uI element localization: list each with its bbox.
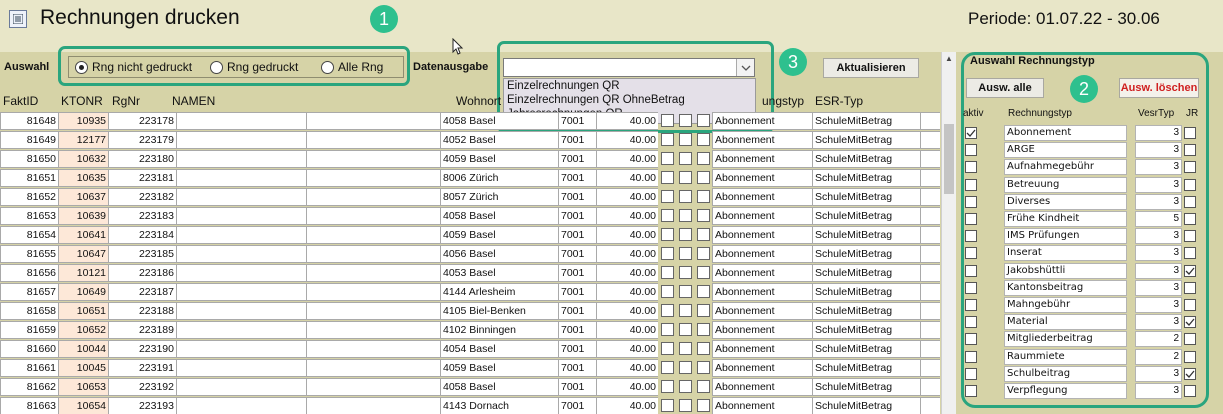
vesrtyp-value[interactable]: 3	[1135, 314, 1182, 331]
rechnungstyp-name[interactable]: Mahngebühr	[1004, 297, 1127, 313]
jr-checkbox[interactable]	[1184, 333, 1196, 346]
jr-checkbox[interactable]	[1184, 316, 1196, 329]
aktiv-checkbox[interactable]	[965, 350, 977, 363]
aktiv-checkbox[interactable]	[965, 247, 977, 260]
jr-checkbox[interactable]	[1184, 161, 1196, 174]
rechnungstyp-row: Material 3	[0, 314, 1196, 331]
rechnungstyp-row: Inserat 3	[0, 245, 1196, 262]
aktiv-checkbox[interactable]	[965, 316, 977, 329]
checkmark-icon	[1185, 318, 1195, 327]
vesrtyp-value[interactable]: 3	[1135, 142, 1182, 159]
vesrtyp-value[interactable]: 3	[1135, 176, 1182, 193]
aktiv-checkbox[interactable]	[965, 264, 977, 277]
vesrtyp-value[interactable]: 3	[1135, 125, 1182, 141]
rechnungstyp-list: Abonnement 3 ARGE 3 Aufnahmegebühr 3 Betreuung…	[0, 0, 1223, 414]
rechnungstyp-name[interactable]: Schulbeitrag	[1004, 365, 1127, 382]
aktiv-checkbox[interactable]	[965, 281, 977, 294]
vesrtyp-value[interactable]: 3	[1135, 228, 1182, 245]
aktiv-checkbox[interactable]	[965, 230, 977, 243]
jr-checkbox[interactable]	[1184, 195, 1196, 208]
rechnungstyp-row: Schulbeitrag 3	[0, 365, 1196, 383]
jr-checkbox[interactable]	[1184, 385, 1196, 397]
vesrtyp-value[interactable]: 3	[1135, 383, 1182, 399]
aktiv-checkbox[interactable]	[965, 127, 977, 139]
rechnungstyp-name[interactable]: Mitgliederbeitrag	[1004, 331, 1127, 348]
vesrtyp-value[interactable]: 3	[1135, 245, 1182, 262]
rechnungstyp-name[interactable]: Diverses	[1004, 193, 1127, 210]
rechnungstyp-row: Jakobshüttli 3	[0, 262, 1196, 280]
aktiv-checkbox[interactable]	[965, 385, 977, 397]
jr-checkbox[interactable]	[1184, 264, 1196, 277]
rechnungstyp-row: Kantonsbeitrag 3	[0, 279, 1196, 297]
rechnungstyp-name[interactable]: Jakobshüttli	[1004, 262, 1127, 279]
jr-checkbox[interactable]	[1184, 299, 1196, 311]
rechnungstyp-name[interactable]: Material	[1004, 314, 1127, 331]
rechnungstyp-name[interactable]: Betreuung	[1004, 176, 1127, 193]
aktiv-checkbox[interactable]	[965, 367, 977, 380]
vesrtyp-value[interactable]: 5	[1135, 211, 1182, 227]
jr-checkbox[interactable]	[1184, 213, 1196, 225]
vesrtyp-value[interactable]: 3	[1135, 297, 1182, 313]
vesrtyp-value[interactable]: 3	[1135, 193, 1182, 210]
rechnungstyp-row: Betreuung 3	[0, 176, 1196, 194]
vesrtyp-value[interactable]: 3	[1135, 365, 1182, 382]
vesrtyp-value[interactable]: 3	[1135, 159, 1182, 176]
rechnungen-drucken-window: Rechnungen drucken Periode: 01.07.22 - 3…	[0, 0, 1223, 414]
jr-checkbox[interactable]	[1184, 247, 1196, 260]
rechnungstyp-name[interactable]: ARGE	[1004, 142, 1127, 159]
aktiv-checkbox[interactable]	[965, 144, 977, 157]
vesrtyp-value[interactable]: 2	[1135, 348, 1182, 365]
checkmark-icon	[1185, 267, 1195, 275]
jr-checkbox[interactable]	[1184, 127, 1196, 139]
aktiv-checkbox[interactable]	[965, 299, 977, 311]
rechnungstyp-row: ARGE 3	[0, 142, 1196, 159]
rechnungstyp-name[interactable]: IMS Prüfungen	[1004, 228, 1127, 245]
rechnungstyp-name[interactable]: Inserat	[1004, 245, 1127, 262]
rechnungstyp-row: Raummiete 2	[0, 348, 1196, 366]
rechnungstyp-name[interactable]: Raummiete	[1004, 348, 1127, 365]
aktiv-checkbox[interactable]	[965, 333, 977, 346]
rechnungstyp-row: IMS Prüfungen 3	[0, 228, 1196, 245]
aktiv-checkbox[interactable]	[965, 178, 977, 191]
rechnungstyp-row: Diverses 3	[0, 193, 1196, 211]
rechnungstyp-name[interactable]: Verpflegung	[1004, 383, 1127, 399]
checkmark-icon	[966, 129, 976, 137]
rechnungstyp-row: Verpflegung 3	[0, 383, 1196, 400]
vesrtyp-value[interactable]: 3	[1135, 279, 1182, 296]
jr-checkbox[interactable]	[1184, 144, 1196, 157]
rechnungstyp-row: Aufnahmegebühr 3	[0, 159, 1196, 176]
rechnungstyp-name[interactable]: Aufnahmegebühr	[1004, 159, 1127, 176]
aktiv-checkbox[interactable]	[965, 161, 977, 174]
aktiv-checkbox[interactable]	[965, 195, 977, 208]
vesrtyp-value[interactable]: 3	[1135, 262, 1182, 279]
rechnungstyp-row: Mahngebühr 3	[0, 297, 1196, 314]
jr-checkbox[interactable]	[1184, 350, 1196, 363]
checkmark-icon	[1185, 370, 1195, 378]
vesrtyp-value[interactable]: 2	[1135, 331, 1182, 348]
rechnungstyp-name[interactable]: Frühe Kindheit	[1004, 211, 1127, 227]
aktiv-checkbox[interactable]	[965, 213, 977, 225]
jr-checkbox[interactable]	[1184, 281, 1196, 294]
jr-checkbox[interactable]	[1184, 367, 1196, 380]
rechnungstyp-row: Frühe Kindheit 5	[0, 211, 1196, 228]
rechnungstyp-row: Mitgliederbeitrag 2	[0, 331, 1196, 348]
jr-checkbox[interactable]	[1184, 178, 1196, 191]
jr-checkbox[interactable]	[1184, 230, 1196, 243]
rechnungstyp-name[interactable]: Kantonsbeitrag	[1004, 279, 1127, 296]
rechnungstyp-row: Abonnement 3	[0, 125, 1196, 142]
rechnungstyp-name[interactable]: Abonnement	[1004, 125, 1127, 141]
